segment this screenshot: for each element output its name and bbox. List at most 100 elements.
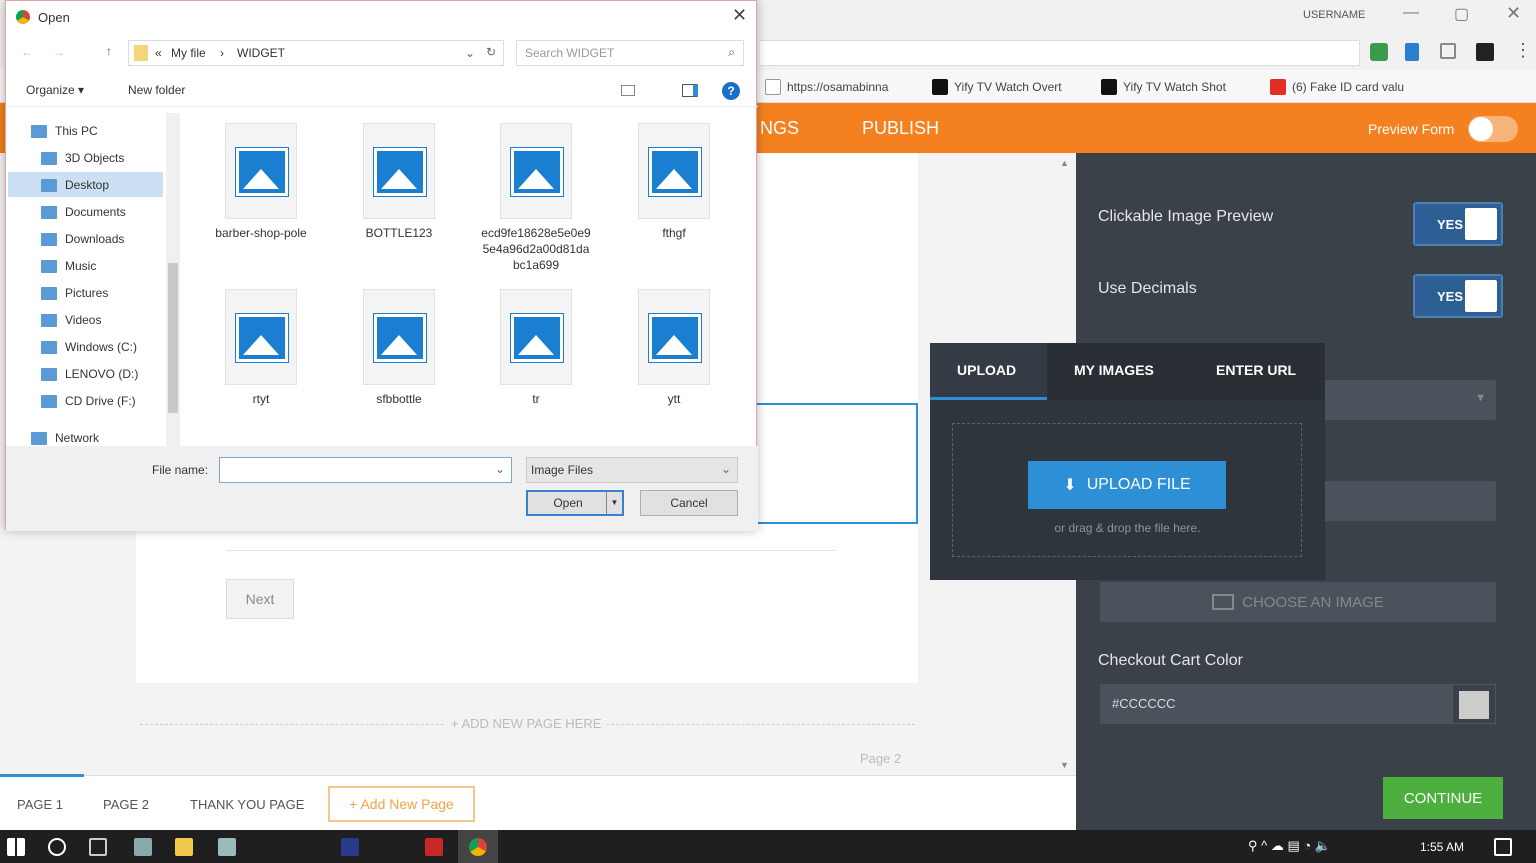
tab-page-1[interactable]: PAGE 1 [17, 797, 63, 812]
dialog-close-icon[interactable]: ✕ [732, 5, 747, 26]
text-input[interactable] [1324, 481, 1496, 521]
clock[interactable]: 1:55 AM [1420, 840, 1464, 854]
breadcrumb-widget[interactable]: WIDGET [237, 46, 285, 60]
address-bar[interactable] [760, 40, 1360, 66]
tab-page-2[interactable]: PAGE 2 [103, 797, 149, 812]
scroll-up-icon[interactable]: ▲ [1060, 158, 1069, 168]
file-item[interactable]: fthgf [619, 123, 729, 241]
nav-settings[interactable]: NGS [760, 118, 799, 139]
notifications-icon[interactable] [1494, 838, 1512, 856]
nav-item[interactable]: LENOVO (D:) [41, 367, 138, 381]
refresh-icon[interactable]: ↻ [486, 45, 496, 59]
nav-item[interactable]: Network [31, 431, 99, 445]
search-input[interactable]: Search WIDGET ⌕ [516, 40, 744, 66]
cancel-button[interactable]: Cancel [640, 490, 738, 516]
chrome-taskbar-active[interactable] [458, 830, 498, 863]
photoshop-icon[interactable] [341, 838, 359, 856]
nav-item[interactable]: CD Drive (F:) [41, 394, 136, 408]
tab-my-images[interactable]: MY IMAGES [1074, 362, 1154, 378]
search-taskbar-icon[interactable] [48, 838, 66, 856]
nav-item[interactable]: Music [41, 259, 96, 273]
up-icon[interactable]: ↑ [106, 44, 112, 58]
use-decimals-toggle[interactable]: YES [1413, 274, 1503, 318]
menu-icon[interactable]: ⋮ [1514, 40, 1532, 61]
file-type-select[interactable]: Image Files ⌄ [526, 457, 738, 483]
help-icon[interactable]: ? [722, 82, 740, 100]
file-item[interactable]: rtyt [206, 289, 316, 407]
tray-icons[interactable]: ⚲ ^ ☁ ▤ ◔ 🔈 [1248, 838, 1331, 854]
next-button[interactable]: Next [226, 579, 294, 619]
shield-extension-icon[interactable] [1405, 43, 1419, 61]
cart-color-input[interactable]: #CCCCCC [1100, 684, 1496, 724]
tab-enter-url[interactable]: ENTER URL [1216, 362, 1296, 378]
extension-badge-icon[interactable] [1476, 43, 1494, 61]
selected-field[interactable] [756, 403, 918, 524]
file-item[interactable]: sfbbottle [344, 289, 454, 407]
extension-icon[interactable] [1370, 43, 1388, 61]
file-name: tr [532, 392, 540, 406]
nav-item[interactable]: Videos [41, 313, 101, 327]
bookmark[interactable]: (6) Fake ID card valu [1270, 79, 1404, 95]
nav-item[interactable]: Pictures [41, 286, 108, 300]
task-view-icon[interactable] [89, 838, 107, 856]
preview-pane-icon[interactable] [682, 84, 698, 97]
breadcrumb-separator: › [220, 46, 224, 60]
nav-item[interactable]: This PC [31, 124, 98, 138]
close-icon[interactable]: ✕ [1506, 3, 1521, 24]
upload-button-label: UPLOAD FILE [1086, 476, 1191, 493]
bookmark[interactable]: https://osamabinna [765, 79, 888, 95]
nav-scrollbar[interactable] [166, 113, 180, 446]
continue-button[interactable]: CONTINUE [1383, 777, 1503, 819]
file-item[interactable]: BOTTLE123 [344, 123, 454, 241]
maximize-icon[interactable]: ▢ [1454, 4, 1469, 24]
tab-thank-you[interactable]: THANK YOU PAGE [190, 797, 304, 812]
app-icon[interactable] [218, 838, 236, 856]
nav-item[interactable]: 3D Objects [41, 151, 124, 165]
forward-icon[interactable]: → [53, 45, 65, 59]
nav-item[interactable]: Documents [41, 205, 126, 219]
image-file-icon [363, 289, 435, 385]
dropdown[interactable]: ▼ [1324, 380, 1496, 420]
breadcrumb-overflow[interactable]: « [155, 46, 162, 60]
new-folder-button[interactable]: New folder [128, 83, 185, 97]
app-icon[interactable] [134, 838, 152, 856]
filezilla-icon[interactable] [425, 838, 443, 856]
nav-item[interactable]: Desktop [41, 178, 109, 192]
minimize-icon[interactable]: — [1403, 4, 1419, 22]
add-new-page-button[interactable]: + Add New Page [328, 786, 475, 822]
preview-toggle[interactable] [1468, 116, 1518, 142]
file-item[interactable]: ecd9fe18628e5e0e95e4a96d2a00d81dabc1a699 [481, 123, 591, 273]
file-item[interactable]: tr [481, 289, 591, 407]
view-icon[interactable] [621, 85, 635, 96]
file-name-input[interactable]: ⌄ [219, 457, 512, 483]
back-icon[interactable]: ← [21, 45, 33, 59]
nav-item-label: Windows (C:) [65, 340, 138, 354]
file-explorer-icon[interactable] [175, 838, 193, 856]
open-button[interactable]: Open ▼ [526, 490, 624, 516]
nav-item-label: Pictures [65, 286, 109, 300]
chevron-down-icon[interactable]: ⌄ [465, 46, 475, 60]
file-item[interactable]: barber-shop-pole [206, 123, 316, 241]
profile-name[interactable]: USERNAME [1303, 9, 1365, 21]
camera-extension-icon[interactable] [1440, 43, 1456, 59]
upload-file-button[interactable]: ⬇ UPLOAD FILE [1028, 461, 1226, 509]
nav-publish[interactable]: PUBLISH [862, 118, 939, 139]
bookmark[interactable]: Yify TV Watch Shot [1101, 79, 1226, 95]
bookmark[interactable]: Yify TV Watch Overt [932, 79, 1062, 95]
file-item[interactable]: ytt [619, 289, 729, 407]
image-icon [1212, 594, 1235, 610]
nav-item[interactable]: Downloads [41, 232, 124, 246]
add-page-here[interactable]: + ADD NEW PAGE HERE [445, 716, 608, 731]
cart-color-label: Checkout Cart Color [1098, 652, 1243, 669]
clickable-preview-label: Clickable Image Preview [1098, 208, 1274, 225]
choose-image-button[interactable]: CHOOSE AN IMAGE [1100, 582, 1496, 622]
breadcrumb-myfile[interactable]: My file [171, 46, 206, 60]
tab-upload[interactable]: UPLOAD [957, 362, 1016, 378]
path-bar[interactable]: « My file › WIDGET ⌄ ↻ [128, 40, 504, 66]
clickable-preview-toggle[interactable]: YES [1413, 202, 1503, 246]
scroll-down-icon[interactable]: ▼ [1060, 760, 1069, 770]
nav-item-label: Downloads [65, 232, 125, 246]
nav-item[interactable]: Windows (C:) [41, 340, 137, 354]
organize-button[interactable]: Organize ▾ [26, 83, 84, 97]
windows-start-icon[interactable] [7, 838, 25, 856]
